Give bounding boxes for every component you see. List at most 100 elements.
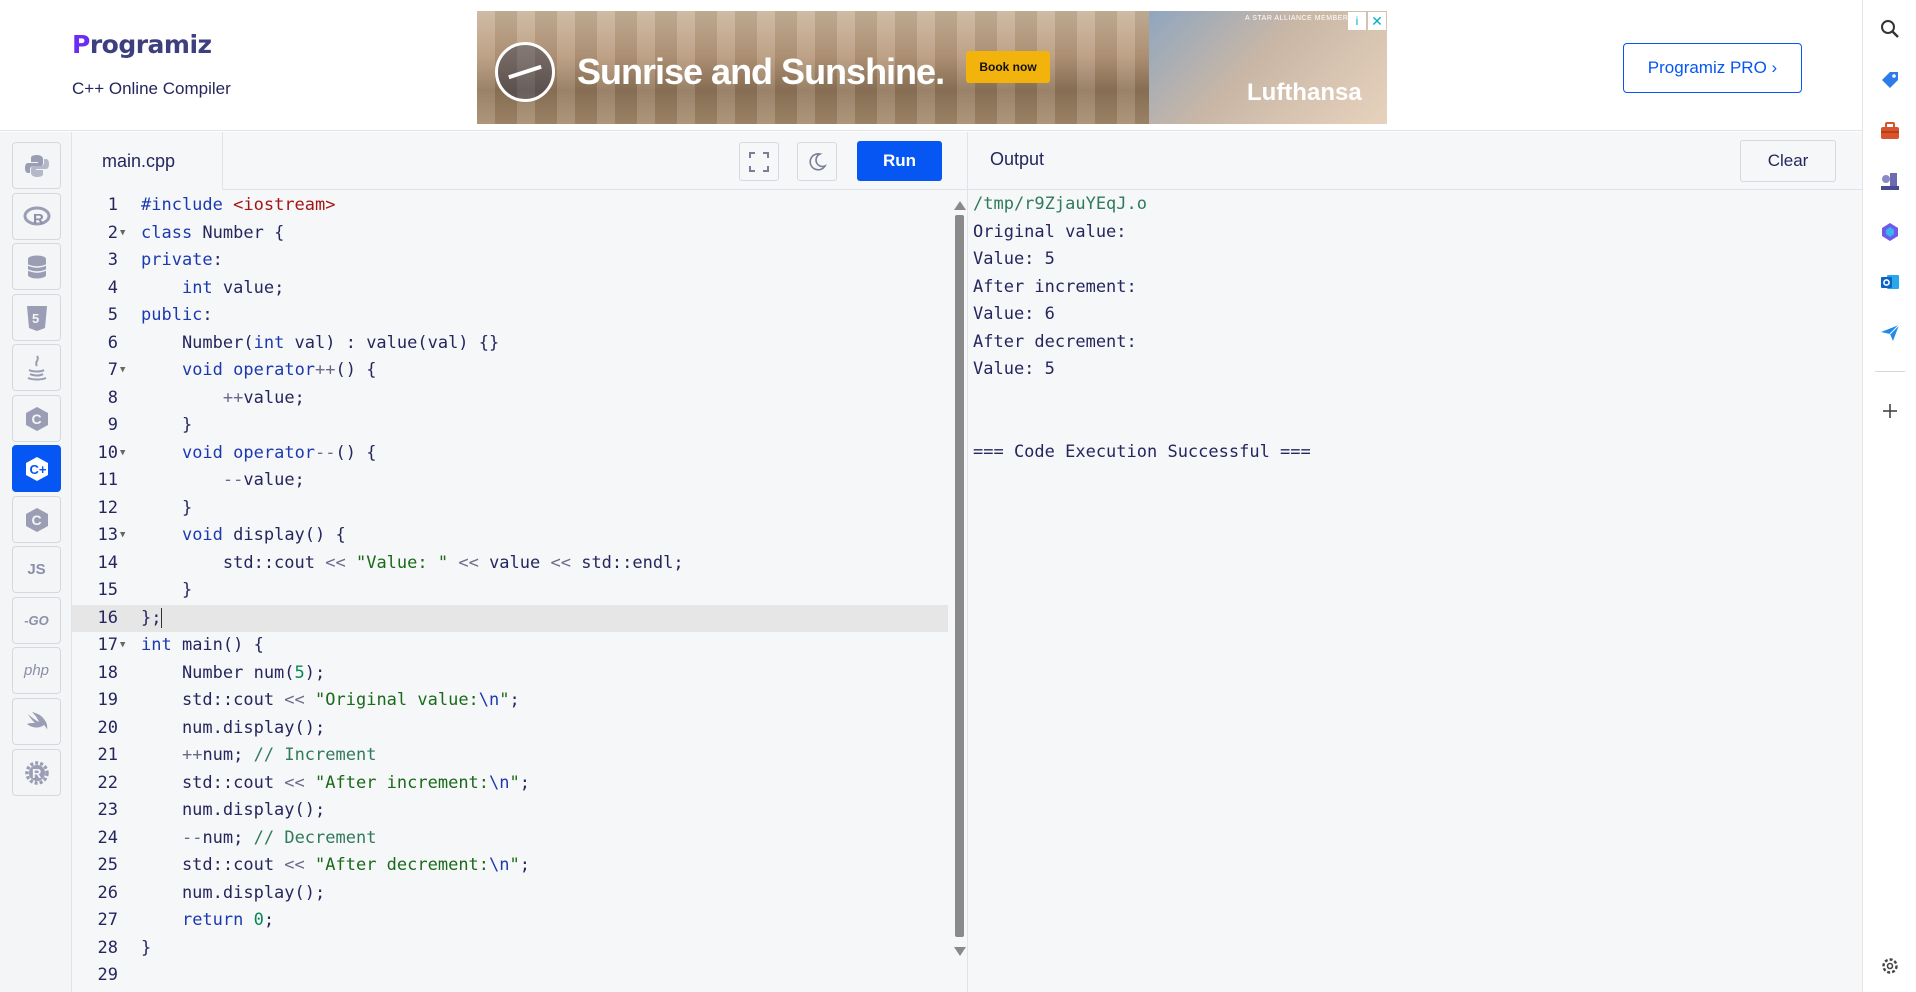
ad-close-icon[interactable]: ✕ bbox=[1368, 12, 1386, 30]
scroll-up-icon[interactable] bbox=[954, 201, 966, 210]
code-line: 18 Number num(5); bbox=[97, 662, 326, 683]
toolbox-icon[interactable] bbox=[1877, 118, 1903, 144]
code-line: 28} bbox=[97, 937, 152, 958]
page-subtitle: C++ Online Compiler bbox=[72, 79, 231, 98]
code-line: 20 num.display(); bbox=[97, 717, 326, 738]
file-tab[interactable]: main.cpp bbox=[72, 132, 223, 190]
lang-r-button[interactable]: R bbox=[12, 193, 61, 240]
c-icon: C bbox=[25, 406, 48, 431]
lang-java-button[interactable] bbox=[12, 344, 61, 391]
output-header: Output Clear bbox=[968, 132, 1863, 190]
dark-mode-button[interactable] bbox=[797, 142, 837, 181]
output-line: === Code Execution Successful === bbox=[973, 441, 1311, 462]
programiz-logo[interactable]: Programiz bbox=[72, 30, 212, 74]
scroll-down-icon[interactable] bbox=[954, 947, 966, 956]
code-line: 19 std::cout << "Original value:\n"; bbox=[97, 690, 520, 710]
ad-headline: Sunrise and Sunshine. bbox=[577, 51, 945, 92]
tag-icon[interactable] bbox=[1877, 67, 1903, 93]
code-line: 14 std::cout << "Value: " << value << st… bbox=[97, 552, 684, 573]
java-icon bbox=[27, 354, 46, 380]
code-line: 17 ▼ int main() { bbox=[72, 632, 948, 659]
go-icon: -GO bbox=[24, 613, 49, 628]
lang-c-button[interactable]: C bbox=[12, 395, 61, 442]
svg-text:C+: C+ bbox=[29, 462, 46, 477]
editor-scrollbar[interactable] bbox=[952, 191, 967, 992]
code-line-active: 16}; bbox=[72, 604, 948, 632]
code-line: 10 ▼ void operator--() { bbox=[72, 440, 948, 467]
browser-sidebar bbox=[1862, 0, 1916, 992]
code-line: 26 num.display(); bbox=[97, 882, 326, 903]
output-line: Value: 5 bbox=[973, 249, 1055, 269]
outlook-icon[interactable] bbox=[1877, 269, 1903, 295]
lang-python-button[interactable] bbox=[12, 142, 61, 189]
fold-arrow-icon[interactable]: ▼ bbox=[120, 220, 125, 247]
send-icon[interactable] bbox=[1877, 320, 1903, 346]
sidebar-divider bbox=[1875, 371, 1905, 372]
copilot-icon[interactable] bbox=[1877, 219, 1903, 245]
output-line: /tmp/r9ZjauYEqJ.o bbox=[973, 194, 1147, 214]
code-line: 29 bbox=[97, 965, 118, 985]
logo-text: rogramiz bbox=[89, 30, 212, 59]
lang-csharp-button[interactable]: C bbox=[12, 496, 61, 543]
lang-html-button[interactable]: 5 bbox=[12, 294, 61, 341]
lang-swift-button[interactable] bbox=[12, 698, 61, 745]
code-line: 27 return 0; bbox=[97, 910, 275, 930]
svg-text:C: C bbox=[31, 512, 41, 528]
language-sidebar: R 5 C C+ C JS -GO php R bbox=[0, 132, 72, 992]
svg-text:R: R bbox=[33, 211, 44, 228]
csharp-icon: C bbox=[25, 507, 48, 532]
lang-sql-button[interactable] bbox=[12, 243, 61, 290]
code-line: 9 } bbox=[107, 415, 193, 435]
settings-icon[interactable] bbox=[1877, 953, 1903, 979]
php-icon: php bbox=[23, 662, 50, 679]
code-line: 23 num.display(); bbox=[97, 800, 326, 820]
javascript-icon: JS bbox=[27, 561, 46, 578]
chess-icon[interactable] bbox=[1877, 168, 1903, 194]
code-line: 4 int value; bbox=[107, 277, 285, 298]
code-line: 15 } bbox=[97, 580, 193, 600]
ad-small-text: A STAR ALLIANCE MEMBER bbox=[1245, 15, 1349, 22]
code-line: 8 ++value; bbox=[107, 387, 305, 408]
svg-text:R: R bbox=[32, 766, 42, 781]
fold-arrow-icon[interactable]: ▼ bbox=[120, 440, 125, 467]
advertisement-banner[interactable]: Sunrise and Sunshine. Book now A STAR AL… bbox=[477, 11, 1387, 124]
code-line: 24 --num; // Decrement bbox=[97, 827, 377, 848]
output-line: After increment: bbox=[973, 276, 1137, 297]
programiz-pro-button[interactable]: Programiz PRO › bbox=[1623, 43, 1802, 93]
r-icon: R bbox=[23, 206, 50, 228]
code-line: 7 ▼ void operator++() { bbox=[72, 357, 948, 384]
search-icon[interactable] bbox=[1877, 16, 1903, 42]
html5-icon: 5 bbox=[26, 305, 47, 331]
lang-php-button[interactable]: php bbox=[12, 647, 61, 694]
lang-go-button[interactable]: -GO bbox=[12, 597, 61, 644]
fullscreen-button[interactable] bbox=[739, 142, 779, 181]
run-button[interactable]: Run bbox=[857, 141, 942, 181]
editor-pane: main.cpp Run 1 #include <iostream> 2 ▼ clas… bbox=[72, 132, 967, 992]
clear-button[interactable]: Clear bbox=[1740, 140, 1836, 182]
lang-javascript-button[interactable]: JS bbox=[12, 546, 61, 593]
moon-icon bbox=[809, 152, 827, 171]
code-line: 1 #include <iostream> bbox=[107, 195, 336, 215]
fold-arrow-icon[interactable]: ▼ bbox=[120, 632, 125, 659]
output-line: Original value: bbox=[973, 221, 1127, 242]
lang-cpp-button[interactable]: C+ bbox=[12, 445, 61, 492]
top-header: Programiz C++ Online Compiler Sunrise an… bbox=[0, 0, 1862, 131]
code-line: 3 private: bbox=[107, 250, 223, 270]
output-line: Value: 5 bbox=[973, 359, 1055, 379]
database-icon bbox=[27, 255, 46, 278]
code-line: 2 ▼ class Number { bbox=[72, 220, 948, 247]
fold-arrow-icon[interactable]: ▼ bbox=[120, 357, 125, 384]
code-line: 25 std::cout << "After decrement:\n"; bbox=[97, 855, 531, 875]
code-line: 12 } bbox=[97, 497, 193, 518]
ad-info-icon[interactable]: i bbox=[1348, 12, 1366, 30]
editor-toolbar: main.cpp Run bbox=[72, 132, 967, 190]
code-line: 22 std::cout << "After increment:\n"; bbox=[97, 772, 531, 793]
fold-arrow-icon[interactable]: ▼ bbox=[120, 522, 125, 549]
lang-rust-button[interactable]: R bbox=[12, 749, 61, 796]
output-line: After decrement: bbox=[973, 331, 1137, 352]
scrollbar-thumb[interactable] bbox=[955, 215, 964, 937]
code-editor[interactable]: 1 #include <iostream> 2 ▼ class Number { 3p… bbox=[72, 191, 952, 992]
add-icon[interactable] bbox=[1877, 398, 1903, 424]
ad-book-now-button[interactable]: Book now bbox=[966, 51, 1050, 83]
